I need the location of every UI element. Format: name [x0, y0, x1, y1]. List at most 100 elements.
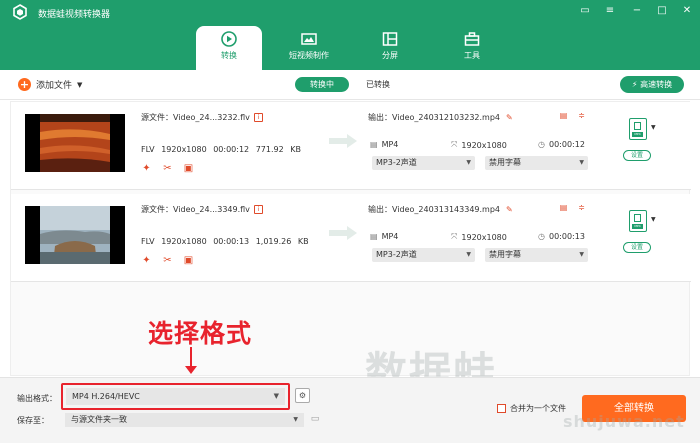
- tab-converted[interactable]: 已转换: [366, 79, 390, 90]
- app-title: 数据蛙视频转换器: [38, 10, 111, 20]
- source-meta: FLV 1920x1080 00:00:13 1,019.26 KB: [141, 237, 309, 246]
- tab-video-maker[interactable]: 短视频制作: [276, 26, 342, 70]
- source-label: 源文件：: [141, 113, 173, 122]
- output-resolution-value: 1920x1080: [461, 232, 507, 242]
- source-file-name: 源文件：Video_24...3232.flv i: [141, 112, 263, 123]
- audio-track-select[interactable]: MP3-2声道: [372, 156, 475, 170]
- tab-split-screen[interactable]: 分屏: [357, 26, 423, 70]
- toolbox-icon: [464, 32, 480, 46]
- source-file-name: 源文件：Video_24...3349.flv i: [141, 204, 263, 215]
- merge-label: 合并为一个文件: [510, 404, 566, 413]
- settings-button[interactable]: 设置: [623, 150, 651, 161]
- film-icon: ▤: [370, 232, 378, 241]
- tab-convert-label: 转换: [221, 51, 237, 60]
- tab-convert[interactable]: 转换: [196, 26, 262, 70]
- add-file-button[interactable]: + 添加文件 ▼: [18, 78, 82, 91]
- toolbar: + 添加文件 ▼ 转换中 已转换 ⚡ 高速转换: [0, 70, 700, 100]
- output-duration-value: 00:00:12: [548, 140, 585, 149]
- clock-icon: ◷: [538, 232, 545, 241]
- minimize-icon[interactable]: −: [630, 4, 644, 18]
- source-name: Video_24...3349.flv: [173, 205, 250, 214]
- output-duration-value: 00:00:13: [548, 232, 585, 241]
- fast-convert-button[interactable]: ⚡ 高速转换: [620, 76, 684, 93]
- subtitle-select[interactable]: 禁用字幕: [485, 248, 588, 262]
- format-settings-icon[interactable]: ⚙: [295, 388, 310, 403]
- cut-icon[interactable]: ✂: [162, 255, 173, 266]
- edit-icon[interactable]: ▣: [183, 255, 194, 266]
- compress-icon[interactable]: ≑: [576, 111, 587, 121]
- output-format-value: MP4: [381, 140, 399, 149]
- source-size: 1,019.26 KB: [255, 237, 309, 246]
- edit-tools: ✦ ✂ ▣: [141, 255, 194, 266]
- video-thumbnail[interactable]: [25, 114, 125, 172]
- output-label: 输出：: [368, 113, 392, 122]
- tab-split-screen-label: 分屏: [382, 51, 398, 60]
- convert-arrow-icon: [329, 226, 357, 240]
- resize-icon: ⤧: [451, 140, 458, 149]
- tab-tools-label: 工具: [464, 51, 480, 60]
- output-format-icon[interactable]: MP4: [629, 118, 647, 140]
- menu-icon[interactable]: ≡: [603, 4, 617, 18]
- output-format-value: MP4: [381, 232, 399, 241]
- source-format: FLV: [141, 237, 155, 246]
- source-meta: FLV 1920x1080 00:00:12 771.92 KB: [141, 145, 301, 154]
- output-name: Video_240312103232.mp4: [392, 113, 500, 122]
- clock-icon: ◷: [538, 140, 545, 149]
- watermark-url: shujuwa.net: [563, 412, 685, 431]
- chevron-down-icon[interactable]: ▼: [651, 124, 656, 131]
- video-maker-icon: [301, 33, 317, 45]
- subtitle-select[interactable]: 禁用字幕: [485, 156, 588, 170]
- tab-converting[interactable]: 转换中: [295, 77, 349, 92]
- feedback-icon[interactable]: ▭: [578, 4, 592, 18]
- lightning-icon: ⚡: [631, 80, 638, 89]
- file-list: 源文件：Video_24...3232.flv i FLV 1920x1080 0…: [10, 101, 691, 376]
- save-to-select[interactable]: 与源文件夹一致: [65, 413, 304, 427]
- rename-icon[interactable]: ✎: [506, 113, 513, 122]
- enhance-icon[interactable]: ✦: [141, 255, 152, 266]
- output-tools: ▤ ≑: [558, 203, 587, 213]
- checkbox[interactable]: [497, 404, 506, 413]
- rename-icon[interactable]: ✎: [506, 205, 513, 214]
- output-duration: ◷ 00:00:12: [538, 140, 585, 149]
- output-resolution: ⤧ 1920x1080: [451, 232, 507, 242]
- cut-icon[interactable]: ✂: [162, 163, 173, 174]
- source-size: 771.92 KB: [255, 145, 301, 154]
- chevron-down-icon[interactable]: ▼: [651, 216, 656, 223]
- audio-track-select[interactable]: MP3-2声道: [372, 248, 475, 262]
- info-icon[interactable]: ▤: [558, 111, 569, 121]
- chevron-down-icon[interactable]: ▼: [77, 81, 82, 89]
- output-format: ▤ MP4: [370, 140, 398, 149]
- edit-icon[interactable]: ▣: [183, 163, 194, 174]
- list-item: 源文件：Video_24...3232.flv i FLV 1920x1080 0…: [11, 102, 691, 190]
- enhance-icon[interactable]: ✦: [141, 163, 152, 174]
- info-icon[interactable]: ▤: [558, 203, 569, 213]
- maximize-icon[interactable]: □: [655, 4, 669, 18]
- output-format-value: MP4 H.264/HEVC: [66, 388, 285, 405]
- film-icon: ▤: [370, 140, 378, 149]
- settings-button[interactable]: 设置: [623, 242, 651, 253]
- source-name: Video_24...3232.flv: [173, 113, 250, 122]
- tab-video-maker-label: 短视频制作: [289, 51, 329, 60]
- resize-icon: ⤧: [451, 232, 458, 241]
- merge-checkbox[interactable]: 合并为一个文件: [497, 403, 566, 414]
- close-icon[interactable]: ✕: [680, 4, 694, 18]
- app-logo-icon: [13, 4, 27, 20]
- output-name: Video_240313143349.mp4: [392, 205, 500, 214]
- output-format-select[interactable]: MP4 H.264/HEVC: [61, 383, 290, 410]
- tab-tools[interactable]: 工具: [439, 26, 505, 70]
- plus-icon: +: [18, 78, 31, 91]
- output-label: 输出：: [368, 205, 392, 214]
- output-file-name: 输出：Video_240312103232.mp4 ✎: [368, 112, 513, 123]
- compress-icon[interactable]: ≑: [576, 203, 587, 213]
- output-file-name: 输出：Video_240313143349.mp4 ✎: [368, 204, 513, 215]
- split-screen-icon: [382, 32, 398, 46]
- output-format-icon[interactable]: MP4: [629, 210, 647, 232]
- source-duration: 00:00:12: [213, 145, 250, 154]
- folder-icon[interactable]: ▭: [308, 412, 322, 426]
- output-format-label: 输出格式：: [17, 394, 57, 403]
- source-format: FLV: [141, 145, 155, 154]
- info-icon[interactable]: i: [253, 113, 263, 122]
- video-thumbnail[interactable]: [25, 206, 125, 264]
- output-resolution: ⤧ 1920x1080: [451, 140, 507, 150]
- info-icon[interactable]: i: [253, 205, 263, 214]
